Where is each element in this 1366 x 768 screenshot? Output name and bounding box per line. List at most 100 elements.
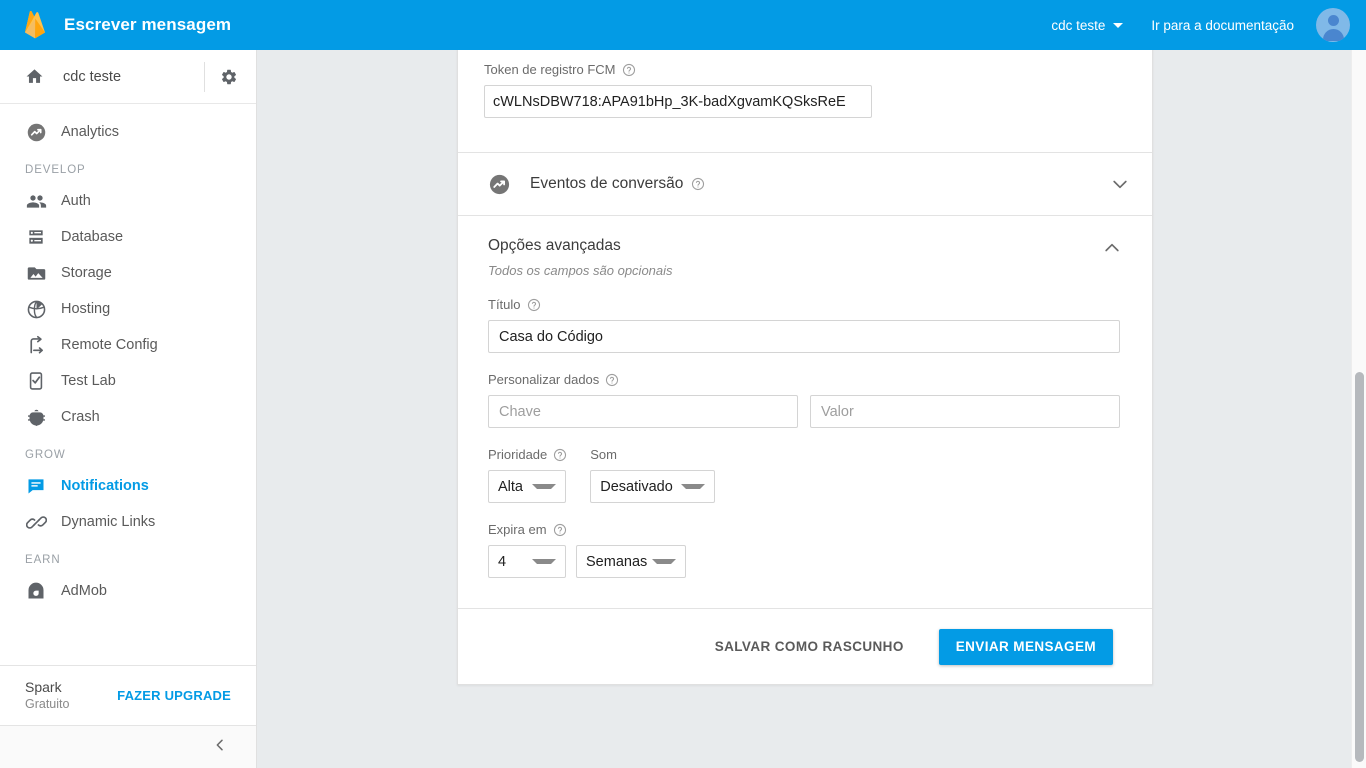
plan-info: Spark Gratuito <box>25 679 69 712</box>
priority-group: Prioridade Alta <box>488 447 567 503</box>
custom-data-label: Personalizar dados <box>488 372 600 387</box>
dynamic-links-chain-icon <box>25 511 47 533</box>
expires-group: Expira em 4 Semanas <box>488 522 1122 578</box>
sidebar: cdc teste Analytics DEVELOP Auth Databas… <box>0 50 257 768</box>
sidebar-item-test-lab[interactable]: Test Lab <box>0 363 256 399</box>
help-circle-icon[interactable] <box>553 523 567 537</box>
scrollbar-thumb[interactable] <box>1355 372 1364 762</box>
sidebar-item-auth[interactable]: Auth <box>0 183 256 219</box>
sidebar-item-crash[interactable]: Crash <box>0 399 256 435</box>
sidebar-collapse-button[interactable] <box>0 726 256 768</box>
upgrade-button[interactable]: FAZER UPGRADE <box>117 688 231 703</box>
priority-sound-row: Prioridade Alta Som Desativado <box>488 447 1122 503</box>
sound-select[interactable]: Desativado <box>590 470 716 503</box>
sidebar-item-admob[interactable]: AdMob <box>0 573 256 609</box>
sidebar-item-label: AdMob <box>61 583 107 599</box>
sidebar-item-dynamic-links[interactable]: Dynamic Links <box>0 504 256 540</box>
topbar-right-group: cdc teste Ir para a documentação <box>1051 0 1366 50</box>
save-draft-button[interactable]: SALVAR COMO RASCUNHO <box>701 629 918 664</box>
chevron-left-icon <box>212 737 228 758</box>
send-message-button[interactable]: ENVIAR MENSAGEM <box>938 628 1113 665</box>
custom-data-label-row: Personalizar dados <box>488 372 1122 387</box>
advanced-options-title: Opções avançadas <box>488 237 621 254</box>
sidebar-item-storage[interactable]: Storage <box>0 255 256 291</box>
custom-data-row <box>488 395 1122 428</box>
fcm-token-label: Token de registro FCM <box>484 62 616 77</box>
people-icon <box>25 190 47 212</box>
plan-subtitle: Gratuito <box>25 697 70 711</box>
sidebar-item-label: Dynamic Links <box>61 514 156 530</box>
title-input[interactable] <box>488 320 1120 353</box>
title-field-label: Título <box>488 297 521 312</box>
title-field-label-row: Título <box>488 297 1122 312</box>
advanced-options-titles: Opções avançadas Todos os campos são opc… <box>488 236 673 278</box>
project-switcher[interactable]: cdc teste <box>1051 17 1124 33</box>
avatar-head <box>1327 15 1339 26</box>
fcm-token-input[interactable] <box>484 85 872 118</box>
help-circle-icon[interactable] <box>527 298 541 312</box>
main-content: Token de registro FCM Eventos <box>257 50 1366 768</box>
sidebar-item-remote-config[interactable]: Remote Config <box>0 327 256 363</box>
help-circle-icon[interactable] <box>553 448 567 462</box>
priority-label-row: Prioridade <box>488 447 567 462</box>
expires-unit-select[interactable]: Semanas <box>576 545 686 578</box>
project-switcher-label: cdc teste <box>1051 17 1106 33</box>
conversion-events-section[interactable]: Eventos de conversão <box>458 153 1152 215</box>
expires-row: 4 Semanas <box>488 545 1122 578</box>
firebase-flame-icon <box>24 10 46 39</box>
expires-label-row: Expira em <box>488 522 1122 537</box>
sound-selected-value: Desativado <box>600 478 673 495</box>
sidebar-item-label: Hosting <box>61 301 111 317</box>
hosting-globe-icon <box>25 298 47 320</box>
avatar-body <box>1322 29 1344 41</box>
page-scrollbar[interactable] <box>1351 50 1366 768</box>
database-icon <box>25 226 47 248</box>
sidebar-section-develop: DEVELOP <box>25 164 86 176</box>
expires-amount-select[interactable]: 4 <box>488 545 566 578</box>
help-circle-icon[interactable] <box>691 177 705 191</box>
gear-icon[interactable] <box>215 63 243 91</box>
page-title: Escrever mensagem <box>64 15 232 34</box>
firebase-console-page: Escrever mensagem cdc teste Ir para a do… <box>0 0 1366 768</box>
chevron-up-icon[interactable] <box>1102 236 1122 263</box>
sound-label-row: Som <box>590 447 715 462</box>
crash-bug-icon <box>25 406 47 428</box>
analytics-icon <box>25 121 47 143</box>
card-actions: SALVAR COMO RASCUNHO ENVIAR MENSAGEM <box>458 609 1152 684</box>
sidebar-item-label: Crash <box>61 409 100 425</box>
sidebar-item-label: Remote Config <box>61 337 158 353</box>
custom-data-value-input[interactable] <box>810 395 1120 428</box>
sidebar-item-notifications[interactable]: Notifications <box>0 468 256 504</box>
help-circle-icon[interactable] <box>622 63 636 77</box>
expires-label: Expira em <box>488 522 547 537</box>
sidebar-project-header[interactable]: cdc teste <box>0 50 256 104</box>
avatar[interactable] <box>1316 8 1350 42</box>
sidebar-section-earn: EARN <box>25 554 61 566</box>
top-app-bar: Escrever mensagem cdc teste Ir para a do… <box>0 0 1366 50</box>
sidebar-item-label: Storage <box>61 265 112 281</box>
notifications-message-icon <box>25 475 47 497</box>
advanced-options-header[interactable]: Opções avançadas Todos os campos são opc… <box>488 236 1122 278</box>
sidebar-item-label: Analytics <box>61 124 120 140</box>
chevron-down-icon <box>652 559 676 564</box>
sidebar-divider <box>204 62 205 92</box>
sidebar-item-hosting[interactable]: Hosting <box>0 291 256 327</box>
conversion-events-title: Eventos de conversão <box>530 175 684 192</box>
remote-config-icon <box>25 334 47 356</box>
priority-select[interactable]: Alta <box>488 470 566 503</box>
test-lab-icon <box>25 370 47 392</box>
advanced-options-section: Opções avançadas Todos os campos são opc… <box>458 216 1152 608</box>
admob-icon <box>25 580 47 602</box>
sidebar-item-database[interactable]: Database <box>0 219 256 255</box>
documentation-link[interactable]: Ir para a documentação <box>1151 18 1294 33</box>
sound-group: Som Desativado <box>590 447 716 503</box>
expires-amount-value: 4 <box>498 553 507 570</box>
plan-name: Spark <box>25 679 62 695</box>
chevron-down-icon <box>532 559 556 564</box>
sidebar-item-analytics[interactable]: Analytics <box>0 114 256 150</box>
sidebar-item-label: Test Lab <box>61 373 116 389</box>
sound-label: Som <box>590 447 617 462</box>
help-circle-icon[interactable] <box>605 373 619 387</box>
custom-data-key-input[interactable] <box>488 395 798 428</box>
chevron-down-icon[interactable] <box>1110 174 1130 194</box>
